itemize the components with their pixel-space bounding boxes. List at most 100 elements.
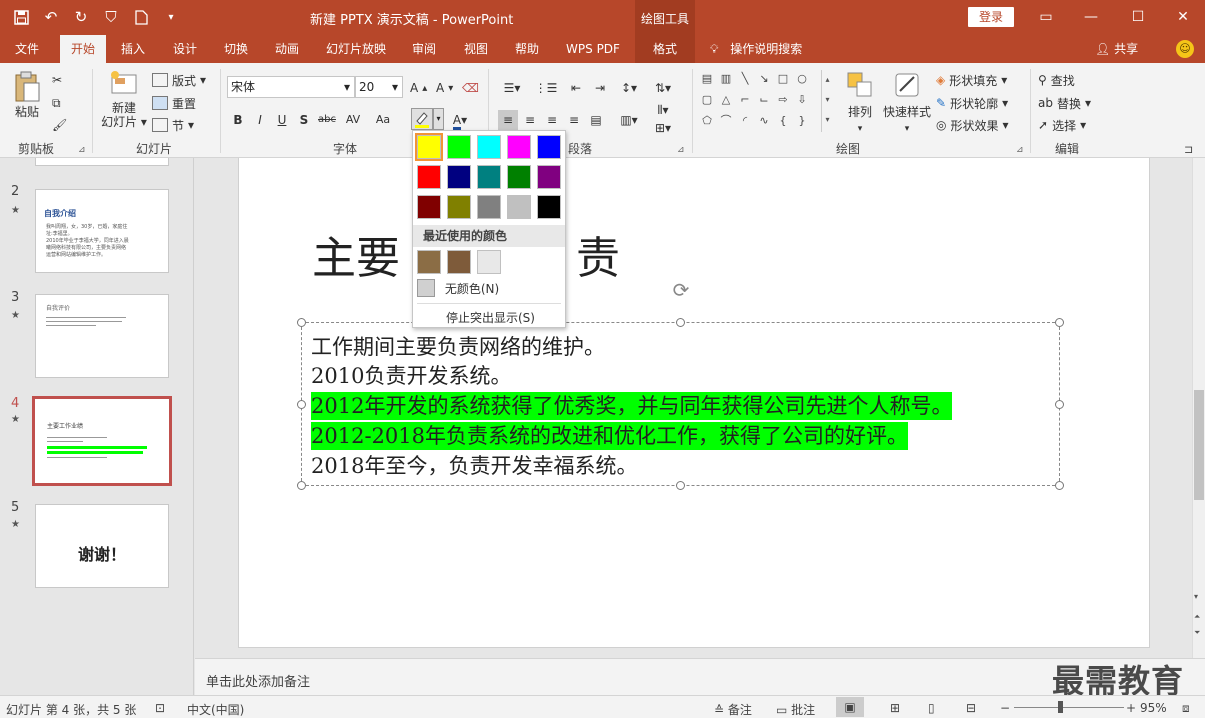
cut-icon[interactable]: ✂ xyxy=(52,70,62,90)
strikethrough-button[interactable]: abc xyxy=(316,110,338,130)
maximize-icon[interactable]: ☐ xyxy=(1115,4,1161,30)
save-icon[interactable] xyxy=(10,6,32,28)
resize-handle[interactable] xyxy=(1055,481,1064,490)
comments-button[interactable]: ▭ 批注 xyxy=(776,701,815,718)
color-swatch[interactable] xyxy=(447,165,471,189)
font-color-button[interactable]: A▾ xyxy=(448,110,472,130)
tab-help[interactable]: 帮助 xyxy=(506,35,548,63)
slide-thumbnail-partial[interactable] xyxy=(35,158,169,166)
align-text-icon[interactable]: ⫴▾ xyxy=(650,100,676,120)
slide-thumbnail-4[interactable]: 主要工作业绩 xyxy=(32,396,172,486)
change-case-button[interactable]: Aa xyxy=(370,110,396,130)
line-spacing-icon[interactable]: ↕▾ xyxy=(616,78,642,98)
zoom-level[interactable]: 95% xyxy=(1140,701,1167,715)
wave-shape-icon[interactable]: ∿ xyxy=(756,114,772,128)
tab-insert[interactable]: 插入 xyxy=(112,35,154,63)
rectangle-shape-icon[interactable]: □ xyxy=(775,72,791,86)
shadow-button[interactable]: S xyxy=(294,110,314,130)
align-right-icon[interactable]: ≡ xyxy=(542,110,562,130)
next-slide-icon[interactable]: ⏷ xyxy=(1194,628,1200,638)
oval-shape-icon[interactable]: ○ xyxy=(794,72,810,86)
left-brace-shape-icon[interactable]: { xyxy=(775,114,791,128)
dialog-launcher-icon[interactable]: ⊿ xyxy=(78,145,86,155)
smartart-icon[interactable]: ⊞▾ xyxy=(650,118,676,138)
reset-button[interactable]: 重置 xyxy=(152,93,196,113)
textbox-vertical-shape-icon[interactable]: ▥ xyxy=(718,72,734,86)
dialog-launcher-icon[interactable]: ⊿ xyxy=(677,145,685,155)
replace-button[interactable]: ab 替换 ▾ xyxy=(1038,93,1091,113)
tab-wps-pdf[interactable]: WPS PDF xyxy=(558,35,628,63)
fit-to-window-icon[interactable]: ⧈ xyxy=(1182,701,1190,716)
tell-me-search[interactable]: 💡︎ 操作说明搜索 xyxy=(710,35,802,63)
color-swatch[interactable] xyxy=(417,165,441,189)
char-spacing-button[interactable]: AV xyxy=(340,110,366,130)
shape-fill-button[interactable]: ◈ 形状填充 ▾ xyxy=(936,70,1007,90)
tab-view[interactable]: 视图 xyxy=(455,35,497,63)
color-swatch[interactable] xyxy=(415,133,443,161)
highlight-dropdown-arrow[interactable]: ▾ xyxy=(433,108,444,130)
resize-handle[interactable] xyxy=(297,481,306,490)
decrease-font-icon[interactable]: A ▾ xyxy=(436,78,453,98)
line-shape-icon[interactable]: ╲ xyxy=(737,72,753,86)
minimize-icon[interactable]: — xyxy=(1068,4,1114,30)
undo-icon[interactable]: ↶ xyxy=(40,6,62,28)
color-swatch[interactable] xyxy=(417,195,441,219)
layout-button[interactable]: 版式 ▾ xyxy=(152,70,206,90)
zoom-out-icon[interactable]: − xyxy=(1000,701,1010,715)
resize-handle[interactable] xyxy=(297,318,306,327)
color-swatch[interactable] xyxy=(477,165,501,189)
resize-handle[interactable] xyxy=(1055,318,1064,327)
color-swatch[interactable] xyxy=(507,165,531,189)
spell-check-icon[interactable]: ⊡ xyxy=(155,701,165,715)
copy-icon[interactable]: ⧉ xyxy=(52,93,61,113)
bullets-icon[interactable]: ☰▾ xyxy=(498,78,526,98)
distributed-icon[interactable]: ▤ xyxy=(586,110,606,130)
format-painter-icon[interactable]: 🖌︎ xyxy=(52,115,67,135)
recent-color-swatch[interactable] xyxy=(417,250,441,274)
tab-slideshow[interactable]: 幻灯片放映 xyxy=(318,35,394,63)
slide-thumbnail-5[interactable]: 谢谢！ xyxy=(35,504,169,588)
align-left-icon[interactable]: ≡ xyxy=(498,110,518,130)
increase-indent-icon[interactable]: ⇥ xyxy=(590,78,610,98)
italic-button[interactable]: I xyxy=(250,110,270,130)
justify-icon[interactable]: ≡ xyxy=(564,110,584,130)
recent-color-swatch[interactable] xyxy=(447,250,471,274)
notes-toggle-button[interactable]: ≙ 备注 xyxy=(714,701,752,718)
new-file-icon[interactable] xyxy=(130,6,152,28)
share-button[interactable]: 👤︎ 共享 xyxy=(1095,35,1138,63)
tab-format[interactable]: 格式 xyxy=(635,35,695,63)
slideshow-view-icon[interactable]: ⊟ xyxy=(966,701,976,715)
login-button[interactable]: 登录 xyxy=(968,7,1014,27)
find-button[interactable]: ⚲ 查找 xyxy=(1038,70,1075,90)
color-swatch[interactable] xyxy=(447,135,471,159)
elbow-arrow-shape-icon[interactable]: ⌙ xyxy=(756,93,772,107)
section-button[interactable]: 节 ▾ xyxy=(152,115,194,135)
font-name-box[interactable]: 宋体 ▾ xyxy=(227,76,355,98)
color-swatch[interactable] xyxy=(477,135,501,159)
color-swatch[interactable] xyxy=(477,195,501,219)
shape-outline-button[interactable]: ✎ 形状轮廓 ▾ xyxy=(936,93,1008,113)
resize-handle[interactable] xyxy=(297,400,306,409)
color-swatch[interactable] xyxy=(507,135,531,159)
slide-sorter-icon[interactable]: ⊞ xyxy=(890,701,900,715)
underline-button[interactable]: U xyxy=(272,110,292,130)
rotate-handle-icon[interactable]: ⟳ xyxy=(670,279,692,301)
tab-file[interactable]: 文件 xyxy=(4,35,50,63)
columns-icon[interactable]: ▥▾ xyxy=(616,110,642,130)
color-swatch[interactable] xyxy=(507,195,531,219)
increase-font-icon[interactable]: A ▴ xyxy=(410,78,427,98)
scroll-down-icon[interactable]: ▾ xyxy=(1194,592,1198,601)
curve-shape-icon[interactable]: ⌒ xyxy=(718,114,734,128)
clear-format-icon[interactable]: ⌫ xyxy=(462,78,479,98)
tab-transitions[interactable]: 切换 xyxy=(215,35,257,63)
zoom-in-icon[interactable]: + xyxy=(1126,701,1136,715)
textbox-shape-icon[interactable]: ▤ xyxy=(699,72,715,86)
customize-icon[interactable]: ▾ xyxy=(160,6,182,28)
arc-shape-icon[interactable]: ◜ xyxy=(737,114,753,128)
previous-slide-icon[interactable]: ⏶ xyxy=(1194,612,1200,622)
language[interactable]: 中文(中国) xyxy=(187,701,244,718)
numbering-icon[interactable]: ⋮☰ xyxy=(532,78,560,98)
tab-review[interactable]: 审阅 xyxy=(403,35,445,63)
decrease-indent-icon[interactable]: ⇤ xyxy=(566,78,586,98)
resize-handle[interactable] xyxy=(676,481,685,490)
